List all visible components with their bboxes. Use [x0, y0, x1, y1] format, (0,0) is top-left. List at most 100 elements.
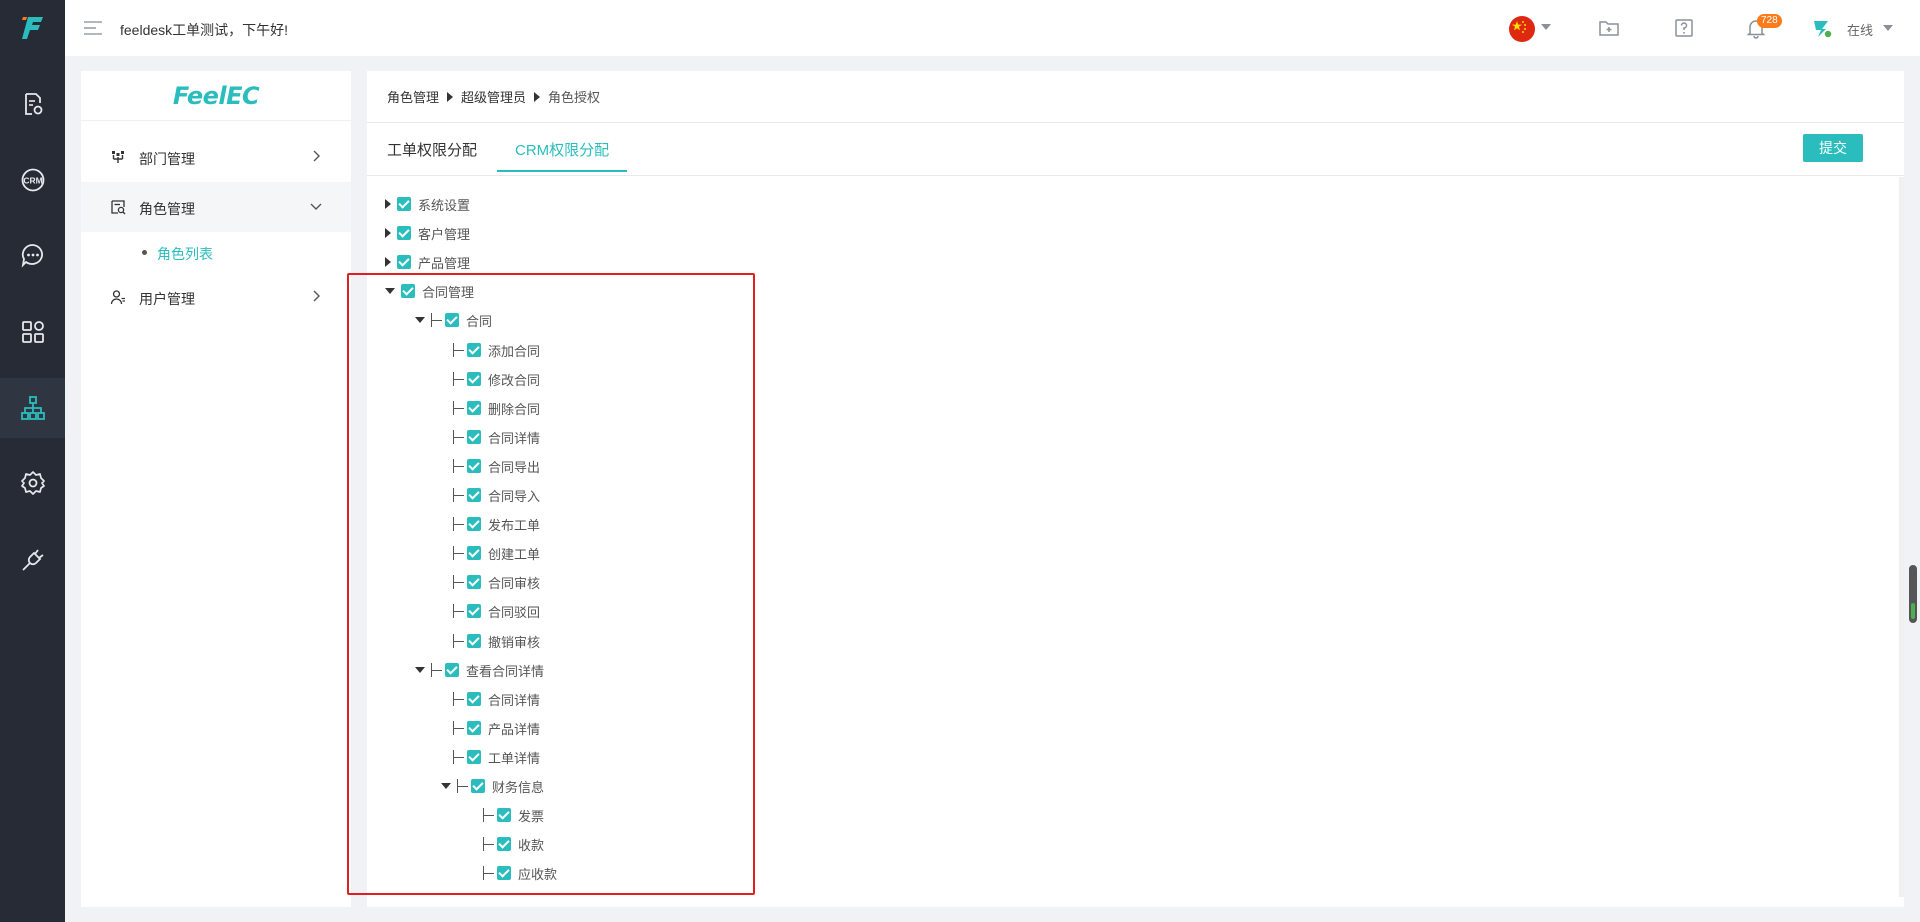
permission-checkbox[interactable] [467, 459, 481, 473]
folder-add-icon[interactable] [1598, 17, 1620, 39]
tree-connector [453, 372, 465, 386]
sidebar-item-department[interactable]: 部门管理 [81, 132, 351, 182]
breadcrumb-item[interactable]: 超级管理员 [461, 87, 526, 106]
permission-checkbox[interactable] [497, 866, 511, 880]
sidebar-item-roles[interactable]: 角色管理 [81, 182, 351, 232]
permission-checkbox[interactable] [467, 575, 481, 589]
permission-checkbox[interactable] [467, 692, 481, 706]
sidebar-subitem-role-list[interactable]: 角色列表 [81, 234, 351, 270]
permission-checkbox[interactable] [445, 313, 459, 327]
tree-node: 合同 [415, 310, 492, 330]
rail-apps[interactable] [0, 302, 65, 362]
breadcrumb-current: 角色授权 [548, 90, 601, 105]
avatar[interactable] [1810, 16, 1834, 40]
permission-checkbox[interactable] [397, 255, 411, 269]
rail-settings[interactable] [0, 453, 65, 513]
rail-chat[interactable] [0, 225, 65, 285]
caret-right-icon[interactable] [385, 199, 391, 209]
tree-node: 修改合同 [453, 369, 540, 389]
permission-checkbox[interactable] [467, 604, 481, 618]
app-logo[interactable] [0, 0, 65, 56]
crm-icon-label: CRM [23, 176, 42, 186]
settings-icon [20, 471, 45, 495]
status-caret-icon[interactable] [1883, 25, 1893, 31]
tree-node: 系统设置 [385, 194, 470, 214]
caret-down-icon[interactable] [415, 667, 425, 673]
tree-node: 合同驳回 [453, 601, 540, 621]
tree-node-label: 合同 [466, 313, 493, 329]
caret-down-icon[interactable] [441, 783, 451, 789]
tree-node-label: 删除合同 [488, 401, 541, 417]
permission-checkbox[interactable] [497, 808, 511, 822]
tree-node-label: 发布工单 [488, 517, 541, 533]
scrollbar-thumb[interactable] [1909, 565, 1917, 623]
sidebar-item-users[interactable]: 用户管理 [81, 272, 351, 322]
tabs-divider [367, 175, 1904, 176]
tab-crm-permissions[interactable]: CRM权限分配 [515, 139, 609, 163]
tree-connector [453, 546, 465, 560]
permission-checkbox[interactable] [467, 488, 481, 502]
permission-checkbox[interactable] [471, 779, 485, 793]
department-icon [112, 151, 124, 163]
tree-node: 财务信息 [441, 776, 544, 796]
permission-checkbox[interactable] [497, 837, 511, 851]
permission-checkbox[interactable] [467, 401, 481, 415]
language-flag-icon[interactable] [1509, 16, 1535, 42]
tree-node-label: 工单详情 [488, 750, 541, 766]
breadcrumb-item[interactable]: 角色管理 [387, 87, 439, 106]
org-chart-icon [20, 396, 45, 420]
tree-node: 发票 [483, 805, 544, 825]
left-rail: CRM [0, 0, 65, 922]
tab-work-order-permissions[interactable]: 工单权限分配 [387, 139, 477, 163]
menu-toggle-icon[interactable] [83, 19, 103, 37]
caret-down-icon[interactable] [385, 288, 395, 294]
submit-button[interactable]: 提交 [1803, 134, 1863, 162]
rail-work-order[interactable] [0, 74, 65, 134]
tree-node: 合同详情 [453, 689, 540, 709]
tree-connector [431, 313, 443, 327]
tree-connector [453, 692, 465, 706]
tree-node-label: 财务信息 [492, 779, 545, 795]
language-caret-icon[interactable] [1541, 24, 1551, 30]
secondary-sidebar: FeelEC 部门管理 角色管理 角色列表 用户管理 [81, 71, 351, 907]
notification-badge: 728 [1757, 14, 1782, 28]
permission-checkbox[interactable] [401, 284, 415, 298]
tree-connector [431, 663, 443, 677]
caret-right-icon[interactable] [385, 257, 391, 267]
permission-checkbox[interactable] [467, 750, 481, 764]
permission-checkbox[interactable] [445, 663, 459, 677]
tree-node: 撤销审核 [453, 631, 540, 651]
tree-node-label: 产品详情 [488, 721, 541, 737]
tree-connector [453, 575, 465, 589]
tree-node: 合同管理 [385, 281, 474, 301]
crm-icon: CRM [21, 168, 44, 192]
tree-node: 创建工单 [453, 543, 540, 563]
permission-checkbox[interactable] [467, 372, 481, 386]
permission-checkbox[interactable] [467, 721, 481, 735]
permission-checkbox[interactable] [467, 634, 481, 648]
rail-organization[interactable] [0, 378, 65, 438]
rail-plugins[interactable] [0, 530, 65, 590]
help-icon[interactable] [1673, 17, 1695, 39]
tree-node-label: 应收款 [518, 866, 558, 882]
tree-node: 工单详情 [453, 747, 540, 767]
permission-checkbox[interactable] [397, 197, 411, 211]
permission-checkbox[interactable] [467, 430, 481, 444]
tree-node-label: 产品管理 [418, 255, 471, 271]
greeting-text: feeldesk工单测试，下午好! [120, 22, 289, 38]
tree-node: 查看合同详情 [415, 660, 544, 680]
caret-right-icon[interactable] [385, 228, 391, 238]
rail-crm[interactable]: CRM [0, 150, 65, 210]
tree-connector [453, 401, 465, 415]
permission-checkbox[interactable] [467, 517, 481, 531]
permission-checkbox[interactable] [467, 546, 481, 560]
permission-checkbox[interactable] [397, 226, 411, 240]
permission-checkbox[interactable] [467, 343, 481, 357]
tree-node: 删除合同 [453, 398, 540, 418]
scrollbar-track[interactable] [1899, 177, 1904, 897]
online-status[interactable]: 在线 [1847, 20, 1873, 39]
tree-node-label: 合同管理 [422, 284, 475, 300]
caret-down-icon[interactable] [415, 317, 425, 323]
tree-connector [453, 488, 465, 502]
tree-node-label: 撤销审核 [488, 634, 541, 650]
